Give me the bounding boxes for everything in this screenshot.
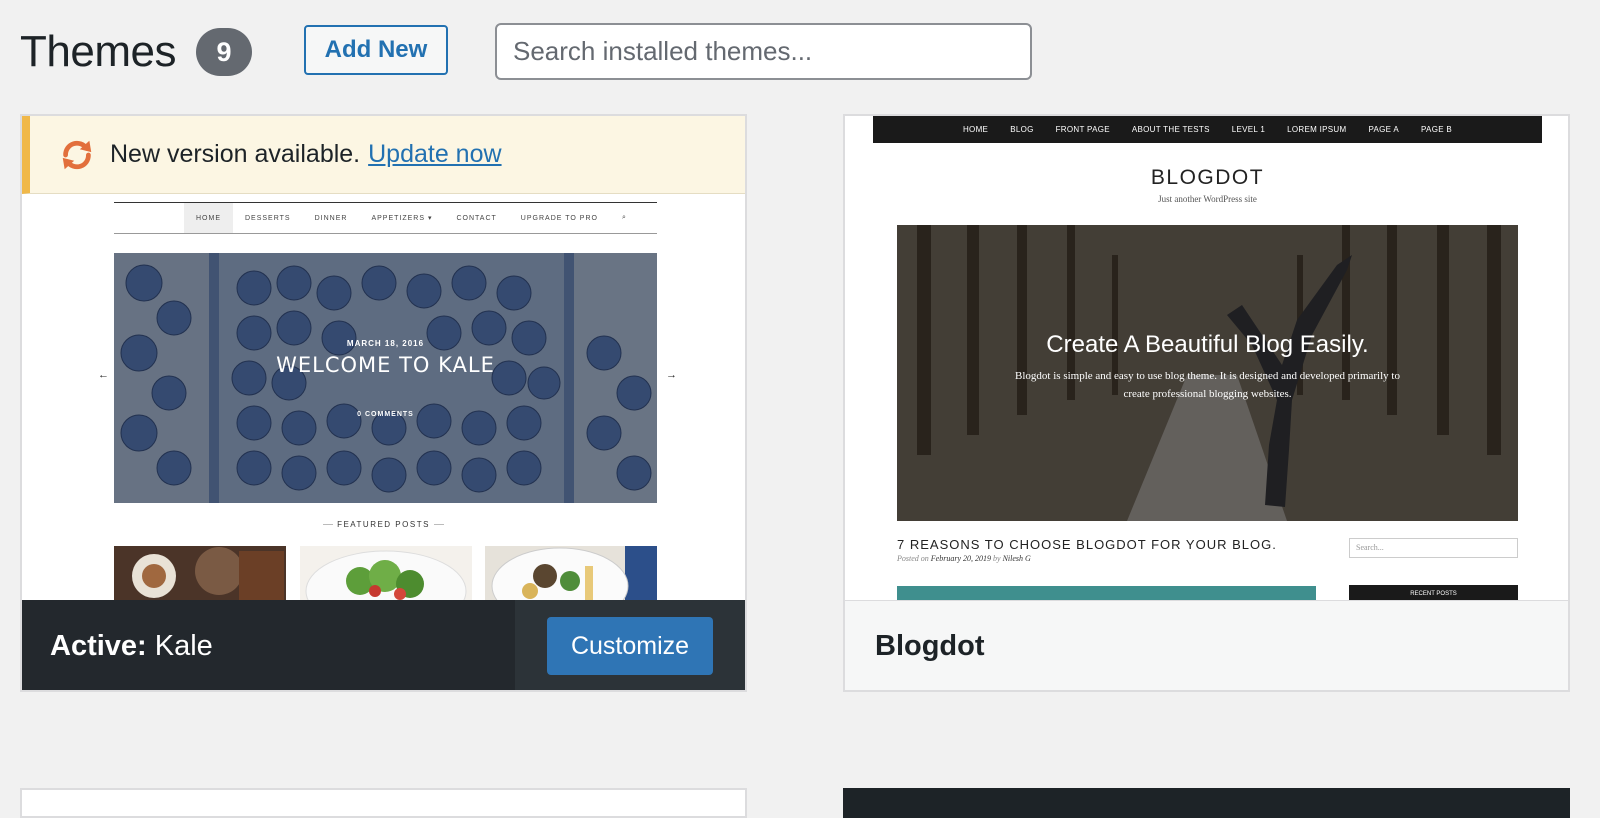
preview-hero-text: Blogdot is simple and easy to use blog t…	[1015, 370, 1400, 400]
preview-hero-comments: 0 COMMENTS	[357, 411, 414, 418]
post-date: February 20, 2019	[930, 554, 991, 563]
preview-thumbnail	[114, 546, 286, 600]
search-themes-input[interactable]	[495, 23, 1032, 80]
theme-actions: Customize	[515, 600, 745, 690]
preview-nav-item: PAGE A	[1368, 125, 1400, 134]
food-image	[114, 546, 286, 600]
notice-text: New version available.	[110, 140, 361, 168]
preview-nav-item: LEVEL 1	[1231, 125, 1266, 134]
preview-nav-item: CONTACT	[456, 214, 497, 222]
plate-image	[485, 546, 657, 600]
active-theme-name: Kale	[154, 629, 213, 662]
preview-nav-item: ABOUT THE TESTS	[1131, 125, 1210, 134]
preview-nav-item: UPGRADE TO PRO	[520, 214, 598, 222]
blogdot-preview: HOME BLOG FRONT PAGE ABOUT THE TESTS LEV…	[873, 116, 1542, 600]
post-author: Nilesh G	[1002, 554, 1031, 563]
update-notice: New version available. Update now	[22, 116, 745, 194]
preview-nav-item: DINNER	[314, 214, 348, 222]
preview-hero-image: Create A Beautiful Blog Easily. Blogdot …	[897, 225, 1518, 521]
preview-nav-item: BLOG	[1010, 125, 1034, 134]
customize-button[interactable]: Customize	[547, 617, 713, 675]
post-by: by	[993, 554, 1001, 563]
theme-card-blogdot[interactable]: HOME BLOG FRONT PAGE ABOUT THE TESTS LEV…	[843, 114, 1570, 692]
theme-card-partial[interactable]	[20, 788, 747, 818]
theme-card-partial[interactable]	[843, 788, 1570, 818]
preview-tagline: Just another WordPress site	[1158, 194, 1257, 204]
preview-thumbnail	[300, 546, 472, 600]
preview-logo: BLOGDOT	[1150, 166, 1265, 189]
add-new-button[interactable]: Add New	[304, 25, 448, 75]
theme-screenshot[interactable]: New version available. Update now HOME D…	[22, 116, 745, 600]
post-meta-prefix: Posted on	[897, 554, 929, 563]
preview-recent-posts: RECENT POSTS	[1349, 585, 1518, 600]
preview-post-title: 7 REASONS TO CHOOSE BLOGDOT FOR YOUR BLO…	[897, 537, 1277, 552]
salad-image	[300, 546, 472, 600]
preview-arrow-right-icon: →	[666, 369, 677, 381]
update-icon	[62, 140, 92, 169]
blueberries-image	[114, 253, 657, 503]
preview-search-box: Search...	[1349, 538, 1518, 558]
preview-nav-item: PAGE B	[1421, 125, 1453, 134]
preview-hero-title: WELCOME TO KALE	[276, 353, 495, 377]
preview-thumbnail	[485, 546, 657, 600]
preview-post-image	[897, 586, 1316, 600]
update-now-link[interactable]: Update now	[368, 140, 501, 169]
preview-hero-title: Create A Beautiful Blog Easily.	[1046, 331, 1369, 358]
preview-nav-item: HOME	[962, 125, 989, 134]
preview-nav-item: HOME	[184, 203, 233, 233]
preview-hero-image: MARCH 18, 2016 WELCOME TO KALE 0 COMMENT…	[114, 253, 657, 503]
theme-count-badge: 9	[195, 28, 252, 76]
preview-nav-item: LOREM IPSUM	[1287, 125, 1347, 134]
preview-nav-item: FRONT PAGE	[1055, 125, 1110, 134]
preview-nav: HOME DESSERTS DINNER APPETIZERS ▾ CONTAC…	[114, 202, 657, 234]
preview-post-meta: Posted on February 20, 2019 by Nilesh G	[897, 554, 1031, 563]
theme-card-kale[interactable]: New version available. Update now HOME D…	[20, 114, 747, 692]
theme-name: Blogdot	[875, 630, 985, 662]
page-title: Themes	[20, 27, 176, 76]
preview-search-icon: ⌕	[621, 214, 627, 221]
active-label: Active:	[50, 629, 147, 662]
preview-nav-item: APPETIZERS ▾	[371, 215, 433, 222]
preview-nav-item: DESSERTS	[245, 214, 291, 222]
theme-footer: Active: Kale Customize	[22, 600, 745, 690]
page-header: Themes 9	[20, 22, 252, 82]
preview-arrow-left-icon: ←	[98, 369, 109, 381]
preview-featured-label: FEATURED POSTS	[22, 520, 745, 529]
theme-footer: Blogdot	[845, 600, 1568, 690]
theme-name: Active: Kale	[22, 630, 515, 663]
theme-screenshot[interactable]: HOME BLOG FRONT PAGE ABOUT THE TESTS LEV…	[845, 116, 1568, 600]
preview-nav: HOME BLOG FRONT PAGE ABOUT THE TESTS LEV…	[873, 116, 1542, 143]
preview-hero-date: MARCH 18, 2016	[346, 339, 425, 348]
